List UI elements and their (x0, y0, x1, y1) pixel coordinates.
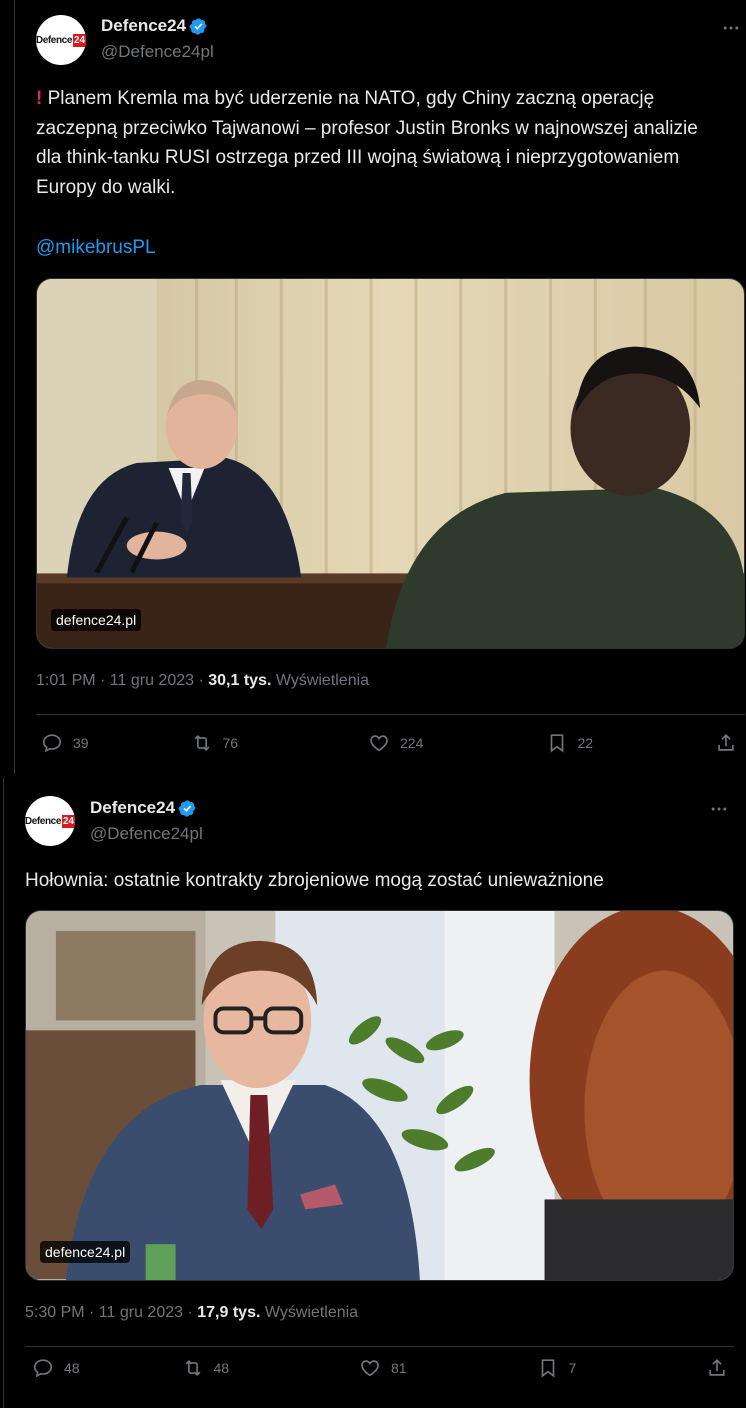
tweet-body: Planem Kremla ma być uderzenie na NATO, … (36, 88, 698, 198)
reply-count: 48 (64, 1360, 80, 1376)
author-handle[interactable]: @Defence24pl (101, 42, 214, 62)
exclamation-icon: ! (36, 88, 43, 109)
share-button[interactable] (706, 1357, 730, 1379)
author-handle[interactable]: @Defence24pl (90, 824, 203, 844)
avatar[interactable]: Defence 24 (36, 15, 86, 65)
reply-count: 39 (73, 735, 89, 751)
more-options-icon[interactable] (719, 16, 743, 40)
action-bar: 48 48 81 7 (32, 1357, 730, 1379)
author-name-row[interactable]: Defence24 (101, 16, 208, 36)
divider (36, 714, 745, 715)
like-button[interactable]: 224 (368, 732, 536, 754)
bookmark-button[interactable]: 22 (546, 732, 706, 754)
media-source-badge[interactable]: defence24.pl (40, 1241, 131, 1263)
divider (25, 1346, 734, 1347)
views-count: 30,1 tys. (208, 672, 272, 689)
repost-icon (185, 1359, 200, 1377)
tweet-text: Hołownia: ostatnie kontrakty zbrojeniowe… (25, 870, 604, 891)
tweet-1[interactable]: Defence 24 Defence24 @Defence24pl ! Plane… (14, 0, 746, 774)
media-source-badge[interactable]: defence24.pl (51, 609, 142, 631)
author-name[interactable]: Defence24 (90, 798, 175, 818)
tweet-meta: 5:30 PM · 11 gru 2023 · 17,9 tys. Wyświe… (25, 1304, 358, 1322)
avatar-logo-box: 24 (73, 33, 86, 47)
tweet-2[interactable]: Defence 24 Defence24 @Defence24pl Hołowni… (3, 778, 746, 1408)
views-count: 17,9 tys. (197, 1304, 261, 1321)
action-bar: 39 76 224 22 (41, 732, 739, 754)
repost-count: 76 (222, 735, 239, 751)
avatar-logo-text: Defence (25, 815, 61, 827)
bookmark-button[interactable]: 7 (537, 1357, 697, 1379)
avatar[interactable]: Defence 24 (25, 796, 75, 846)
bookmark-icon (550, 734, 563, 753)
reply-button[interactable]: 39 (41, 732, 181, 754)
tweet-meta: 1:01 PM · 11 gru 2023 · 30,1 tys. Wyświe… (36, 672, 369, 690)
reply-button[interactable]: 48 (32, 1357, 172, 1379)
verified-badge-icon (178, 799, 196, 817)
photo-portrait (26, 911, 733, 1280)
author-name-row[interactable]: Defence24 (90, 798, 197, 818)
repost-count: 48 (213, 1360, 230, 1376)
tweet-image[interactable]: defence24.pl (36, 278, 745, 649)
share-button[interactable] (715, 732, 739, 754)
more-options-icon[interactable] (707, 797, 731, 821)
photo-meeting (37, 279, 744, 648)
heart-icon (361, 1360, 379, 1377)
bookmark-count: 22 (577, 735, 594, 751)
share-icon (718, 734, 734, 751)
like-count: 81 (391, 1360, 407, 1376)
reply-icon (33, 1359, 53, 1378)
share-icon (709, 1359, 725, 1376)
timestamp[interactable]: 5:30 PM · 11 gru 2023 · (25, 1304, 197, 1321)
avatar-logo-box: 24 (62, 814, 75, 828)
like-button[interactable]: 81 (359, 1357, 527, 1379)
tweet-text: ! Planem Kremla ma być uderzenie na NATO… (36, 84, 726, 202)
heart-icon (370, 735, 388, 752)
verified-badge-icon (189, 17, 207, 35)
like-count: 224 (400, 735, 424, 751)
bookmark-icon (541, 1359, 554, 1378)
bookmark-count: 7 (568, 1360, 577, 1376)
tweet-image[interactable]: defence24.pl (25, 910, 734, 1281)
repost-button[interactable]: 48 (182, 1357, 350, 1379)
author-name[interactable]: Defence24 (101, 16, 186, 36)
avatar-logo-text: Defence (36, 34, 72, 46)
timestamp[interactable]: 1:01 PM · 11 gru 2023 · (36, 672, 208, 689)
repost-button[interactable]: 76 (191, 732, 359, 754)
views-label: Wyświetlenia (271, 672, 370, 689)
views-label: Wyświetlenia (260, 1304, 359, 1321)
mention-link[interactable]: @mikebrusPL (36, 233, 156, 263)
repost-icon (194, 734, 209, 752)
reply-icon (42, 734, 62, 753)
